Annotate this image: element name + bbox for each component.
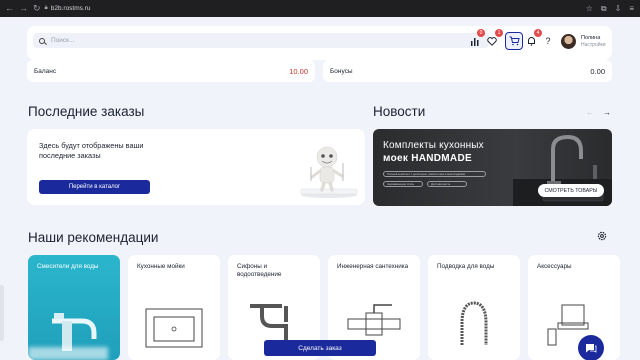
arrow-left-icon[interactable]: ←: [586, 108, 594, 117]
news-carousel-arrows: ← →: [586, 108, 611, 117]
search-icon: [39, 37, 45, 44]
chat-icon: [586, 343, 597, 353]
blurred-overlay: [28, 347, 108, 360]
notifications-button[interactable]: 4: [525, 29, 542, 47]
faucet-icon: [52, 313, 97, 351]
view-products-button[interactable]: СМОТРЕТЬ ТОВАРЫ: [538, 184, 604, 197]
category-label: Сифоны и водоотведение: [237, 263, 282, 279]
sink-icon: [145, 308, 203, 348]
orders-empty-card: Здесь будут отображены ваши последние за…: [27, 129, 365, 205]
gear-icon[interactable]: [596, 230, 608, 242]
bookmark-icon[interactable]: ☆: [586, 4, 593, 14]
category-label: Инженерная сантехника: [337, 263, 409, 270]
side-handle[interactable]: [0, 285, 4, 341]
lock-icon: 🔒︎: [44, 5, 48, 11]
banner-tag-2: Нержавеющая сталь: [383, 181, 423, 187]
reload-icon[interactable]: ↻: [33, 3, 41, 14]
compare-badge: 0: [477, 29, 485, 37]
news-banner[interactable]: Комплекты кухонных моек HANDMADE Полный …: [373, 129, 612, 206]
orders-empty-message: Здесь будут отображены ваши последние за…: [39, 141, 144, 160]
avatar: [561, 34, 576, 49]
category-label: Смесители для воды: [37, 263, 99, 270]
help-icon: ?: [545, 36, 551, 46]
header-bar: 0 1 4 ? Полина Настройки: [27, 26, 612, 60]
cart-icon: [509, 36, 520, 46]
address-bar[interactable]: 🔒︎ b2b.rostms.ru: [45, 5, 91, 12]
banner-line-1: Комплекты кухонных: [383, 140, 484, 151]
page: 0 1 4 ? Полина Настройки Баланс 10.00 Бо…: [0, 17, 640, 360]
browser-toolbar: ← → ↻ 🔒︎ b2b.rostms.ru ☆ ⧉ ⇩ ≡: [0, 0, 640, 17]
url-text: b2b.rostms.ru: [50, 5, 91, 12]
balance-value: 10.00: [289, 66, 308, 76]
search-input[interactable]: [51, 37, 351, 44]
compare-button[interactable]: 0: [468, 29, 485, 47]
forward-icon[interactable]: →: [19, 3, 28, 14]
browser-nav: ← → ↻: [5, 3, 41, 14]
category-label: Аксессуары: [537, 263, 572, 270]
category-label: Кухонные мойки: [137, 263, 185, 270]
download-icon[interactable]: ⇩: [615, 4, 622, 14]
bonuses-label: Бонусы: [330, 67, 353, 75]
banner-line-2: моек HANDMADE: [383, 153, 472, 164]
user-menu[interactable]: Полина Настройки: [561, 34, 606, 49]
cart-button[interactable]: [505, 32, 523, 50]
notifications-badge: 4: [534, 29, 542, 37]
user-name: Полина: [581, 35, 601, 42]
chat-button[interactable]: [578, 335, 604, 360]
hose-icon: [460, 301, 488, 345]
bell-icon: [527, 37, 535, 46]
favorites-badge: 1: [495, 29, 503, 37]
banner-tag-3: Долговечность: [427, 181, 467, 187]
user-settings-link[interactable]: Настройки: [581, 42, 606, 48]
orders-title: Последние заказы: [28, 104, 145, 119]
category-card-water-hoses[interactable]: Подводка для воды: [428, 255, 520, 360]
bar-chart-icon: [470, 37, 478, 46]
bonuses-card: Бонусы 0.00: [323, 60, 612, 82]
category-card-accessories[interactable]: Аксессуары: [528, 255, 620, 360]
arrow-right-icon[interactable]: →: [603, 108, 611, 117]
favorites-button[interactable]: 1: [486, 29, 503, 47]
banner-tag-1: Полный комплект с дозатором, смесителем …: [383, 171, 486, 177]
category-card-faucets[interactable]: Смесители для воды: [28, 255, 120, 360]
make-order-button[interactable]: Сделать заказ: [264, 340, 376, 356]
search-box[interactable]: [33, 33, 489, 48]
browser-actions: ☆ ⧉ ⇩ ≡: [586, 4, 634, 14]
balance-card: Баланс 10.00: [27, 60, 315, 82]
heart-icon: [487, 36, 497, 46]
bonuses-value: 0.00: [590, 66, 605, 76]
news-title: Новости: [373, 104, 426, 119]
go-to-catalog-button[interactable]: Перейти в каталог: [39, 180, 150, 194]
extensions-icon[interactable]: ⧉: [601, 4, 607, 14]
category-label: Подводка для воды: [437, 263, 495, 270]
back-icon[interactable]: ←: [5, 3, 14, 14]
recommendations-title: Наши рекомендации: [28, 230, 159, 245]
category-card-kitchen-sinks[interactable]: Кухонные мойки: [128, 255, 220, 360]
balance-label: Баланс: [34, 67, 57, 75]
menu-icon[interactable]: ≡: [629, 4, 634, 14]
robot-illustration: [300, 146, 358, 198]
help-button[interactable]: ?: [542, 35, 554, 47]
